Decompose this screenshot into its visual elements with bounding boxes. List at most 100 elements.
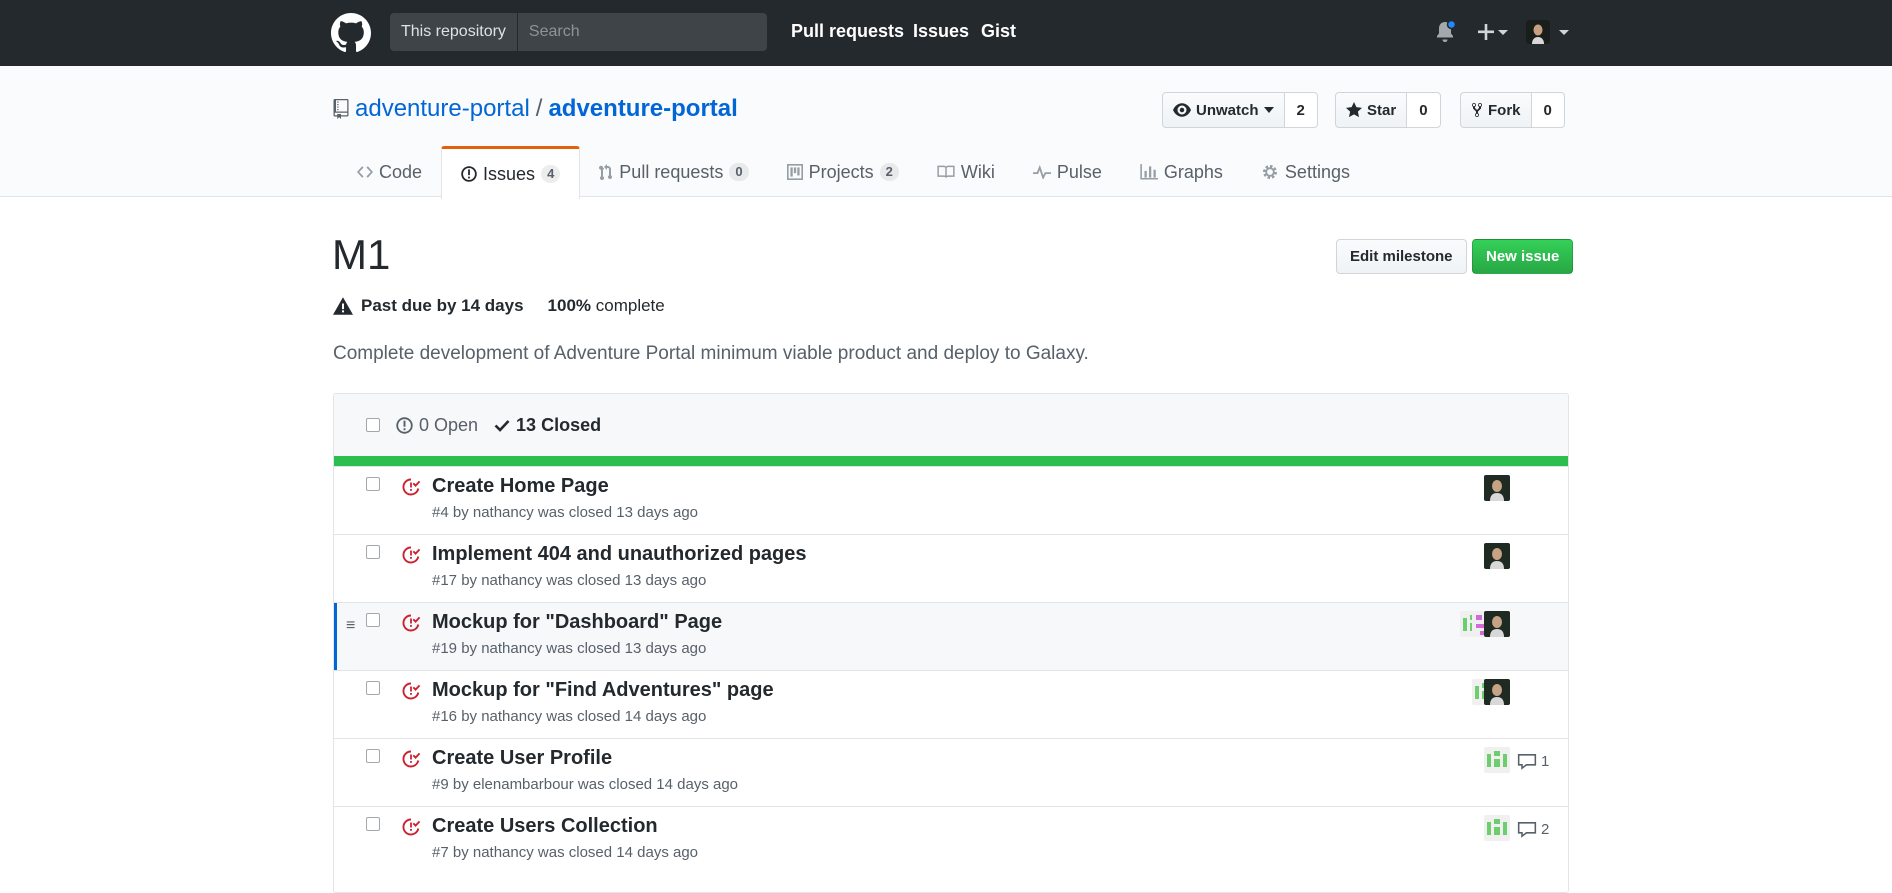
new-issue-button[interactable]: New issue — [1472, 239, 1574, 274]
star-button[interactable]: Star — [1335, 92, 1408, 128]
comment-icon — [1517, 754, 1537, 770]
project-icon — [786, 164, 803, 180]
comment-count-link[interactable]: 2 — [1517, 821, 1549, 838]
tab-projects-count: 2 — [879, 163, 899, 181]
user-avatar-dropdown-icon[interactable] — [1526, 19, 1570, 45]
repo-name-link[interactable]: adventure-portal — [548, 95, 737, 123]
milestone-progress-bar — [334, 456, 1568, 466]
tab-pulse-label: Pulse — [1056, 161, 1102, 182]
issue-row[interactable]: Create User Profile #9 by elenambarbour w… — [334, 738, 1568, 806]
star-count[interactable]: 0 — [1407, 92, 1441, 128]
tab-settings[interactable]: Settings — [1242, 146, 1369, 198]
unwatch-label: Unwatch — [1196, 101, 1259, 119]
notifications-bell-icon[interactable] — [1434, 20, 1456, 44]
repo-nav-tabs: Code Issues 4 Pull requests 0 Projects 2… — [338, 146, 1369, 199]
tab-projects[interactable]: Projects 2 — [768, 146, 918, 198]
issue-checkbox[interactable] — [366, 817, 380, 831]
watch-group: Unwatch 2 — [1162, 92, 1318, 128]
issue-title-link[interactable]: Create User Profile — [432, 747, 612, 770]
issue-title-link[interactable]: Create Home Page — [432, 475, 609, 498]
issue-meta: #16 by nathancy was closed 14 days ago — [432, 708, 707, 725]
repo-owner-link[interactable]: adventure-portal — [355, 95, 530, 123]
search-input[interactable] — [517, 13, 767, 51]
unwatch-button[interactable]: Unwatch — [1162, 92, 1285, 128]
tab-graphs-label: Graphs — [1163, 161, 1223, 182]
nav-pull-requests[interactable]: Pull requests — [791, 21, 904, 42]
issue-checkbox[interactable] — [366, 681, 380, 695]
issue-row[interactable]: Create Home Page #4 by nathancy was close… — [334, 466, 1568, 534]
issue-row[interactable]: Mockup for "Find Adventures" page #16 by … — [334, 670, 1568, 738]
issue-closed-icon — [402, 682, 421, 700]
issue-meta: #7 by nathancy was closed 14 days ago — [432, 844, 699, 861]
star-label: Star — [1367, 101, 1397, 119]
open-issues-filter[interactable]: 0 Open — [396, 415, 478, 436]
select-all-checkbox[interactable] — [366, 418, 380, 432]
star-group: Star 0 — [1335, 92, 1441, 128]
edit-milestone-button[interactable]: Edit milestone — [1336, 239, 1467, 274]
tab-pull-requests[interactable]: Pull requests 0 — [580, 146, 767, 198]
assignee-avatar-icon[interactable] — [1484, 679, 1510, 705]
git-pull-request-icon — [599, 164, 613, 180]
tab-projects-label: Projects — [808, 161, 874, 182]
identicon-green-icon[interactable] — [1484, 747, 1510, 773]
issue-title-link[interactable]: Create Users Collection — [432, 815, 658, 838]
fork-label: Fork — [1488, 101, 1521, 119]
assignee-avatars — [1484, 815, 1510, 841]
site-header: This repository Pull requests Issues Gis… — [0, 0, 1892, 66]
assignee-avatar-icon[interactable] — [1484, 475, 1510, 501]
issue-row[interactable]: Implement 404 and unauthorized pages #17 … — [334, 534, 1568, 602]
drag-handle-icon[interactable]: ≡ — [346, 617, 355, 635]
issue-checkbox[interactable] — [366, 613, 380, 627]
tab-code-label: Code — [379, 161, 423, 182]
watch-count[interactable]: 2 — [1284, 92, 1318, 128]
tab-code[interactable]: Code — [338, 146, 441, 198]
eye-icon — [1173, 103, 1191, 117]
repo-title: adventure-portal / adventure-portal — [333, 95, 738, 123]
assignee-avatar-icon[interactable] — [1484, 611, 1510, 637]
closed-issues-filter[interactable]: 13 Closed — [494, 415, 601, 436]
github-logo-icon[interactable] — [331, 13, 371, 53]
issue-row[interactable]: ≡ Mockup for "Dashboard" Page #19 by natha… — [334, 602, 1568, 670]
repo-icon — [333, 99, 349, 119]
issue-checkbox[interactable] — [366, 545, 380, 559]
issue-opened-icon — [396, 416, 413, 434]
identicon-green-icon[interactable] — [1484, 815, 1510, 841]
check-icon — [494, 419, 510, 432]
tab-graphs[interactable]: Graphs — [1121, 146, 1242, 198]
comment-count-link[interactable]: 1 — [1517, 753, 1549, 770]
tab-pull-requests-count: 0 — [729, 163, 749, 181]
closed-issues-label: 13 Closed — [516, 414, 602, 435]
completion-percent: 100% complete — [548, 296, 665, 316]
repo-header: adventure-portal / adventure-portal Unwa… — [0, 66, 1892, 199]
completion-percent-value: 100% — [547, 296, 592, 315]
fork-button[interactable]: Fork — [1460, 92, 1532, 128]
assignee-avatars — [1472, 679, 1510, 705]
fork-count[interactable]: 0 — [1531, 92, 1565, 128]
nav-issues[interactable]: Issues — [913, 21, 969, 42]
issue-meta: #19 by nathancy was closed 13 days ago — [432, 640, 707, 657]
issue-title-link[interactable]: Implement 404 and unauthorized pages — [432, 543, 807, 566]
issue-title-link[interactable]: Mockup for "Find Adventures" page — [432, 679, 774, 702]
nav-gist[interactable]: Gist — [981, 21, 1016, 42]
issue-closed-icon — [402, 818, 421, 836]
issue-meta: #4 by nathancy was closed 13 days ago — [432, 504, 699, 521]
issue-checkbox[interactable] — [366, 749, 380, 763]
assignee-avatars — [1484, 543, 1510, 569]
issue-closed-icon — [402, 614, 421, 632]
alert-icon — [333, 297, 353, 315]
tab-issues[interactable]: Issues 4 — [441, 146, 581, 199]
tab-settings-label: Settings — [1284, 161, 1350, 182]
assignee-avatar-icon[interactable] — [1484, 543, 1510, 569]
book-icon — [937, 165, 955, 178]
assignee-avatars — [1460, 611, 1510, 637]
tab-pulse[interactable]: Pulse — [1014, 146, 1121, 198]
issue-title-link[interactable]: Mockup for "Dashboard" Page — [432, 611, 722, 634]
issue-checkbox[interactable] — [366, 477, 380, 491]
create-new-plus-icon[interactable] — [1476, 22, 1510, 42]
past-due-label: Past due by 14 days — [361, 296, 524, 315]
issue-row[interactable]: Create Users Collection #7 by nathancy wa… — [334, 806, 1568, 874]
issues-list-header: 0 Open 13 Closed — [334, 394, 1568, 456]
issue-closed-icon — [402, 478, 421, 496]
milestone-description: Complete development of Adventure Portal… — [333, 343, 1089, 364]
tab-wiki[interactable]: Wiki — [918, 146, 1014, 198]
